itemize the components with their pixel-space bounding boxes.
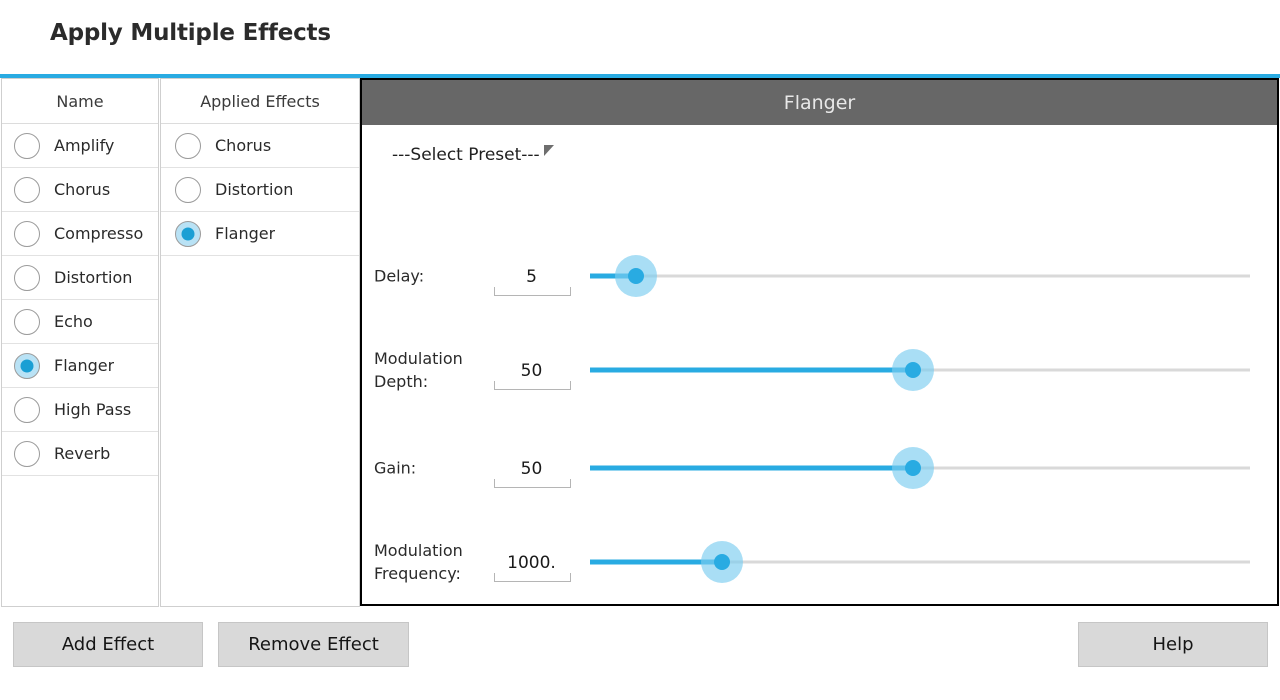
list-item-label: Compresso — [54, 224, 144, 243]
parameter-value-input[interactable]: 5 — [494, 256, 571, 296]
effect-editor-panel: Flanger ---Select Preset--- Delay: 5 Modul… — [360, 78, 1279, 606]
name-radio-flanger[interactable] — [14, 352, 40, 379]
name-radio-amplify[interactable] — [14, 132, 40, 159]
name-radio-echo[interactable] — [14, 308, 40, 335]
parameter-slider[interactable] — [590, 541, 1250, 583]
applied-radio-distortion[interactable] — [175, 176, 201, 203]
list-item-label: Chorus — [54, 180, 111, 199]
parameter-row: Modulation Depth: 50 — [362, 335, 1277, 405]
name-radio-high-pass[interactable] — [14, 396, 40, 423]
list-item[interactable]: Echo — [2, 300, 158, 344]
parameter-row: Delay: 5 — [362, 241, 1277, 311]
list-item[interactable]: Compresso — [2, 212, 158, 256]
parameter-value-text: 50 — [520, 459, 543, 479]
chevron-down-icon[interactable] — [544, 145, 554, 156]
name-radio-distortion[interactable] — [14, 264, 40, 291]
name-radio-reverb[interactable] — [14, 440, 40, 467]
applied-effects-body: Chorus Distortion Flanger — [161, 124, 359, 256]
page-title: Apply Multiple Effects — [50, 20, 331, 46]
applied-radio-flanger[interactable] — [175, 220, 201, 247]
list-item-label: Chorus — [215, 136, 272, 155]
parameter-slider[interactable] — [590, 447, 1250, 489]
help-button[interactable]: Help — [1078, 622, 1268, 667]
parameter-slider[interactable] — [590, 255, 1250, 297]
slider-thumb[interactable] — [615, 255, 658, 297]
list-item[interactable]: Flanger — [2, 344, 158, 388]
add-effect-button[interactable]: Add Effect — [13, 622, 203, 667]
names-list-header: Name — [2, 79, 158, 124]
effect-editor-title: Flanger — [362, 80, 1277, 125]
list-item-label: Amplify — [54, 136, 115, 155]
list-item[interactable]: Distortion — [161, 168, 359, 212]
parameter-value-input[interactable]: 50 — [494, 448, 571, 488]
parameter-value-text: 1000. — [507, 553, 556, 573]
name-radio-compresso[interactable] — [14, 220, 40, 247]
list-item[interactable]: Distortion — [2, 256, 158, 300]
slider-fill — [590, 465, 914, 471]
list-item[interactable]: Amplify — [2, 124, 158, 168]
list-item[interactable]: Chorus — [161, 124, 359, 168]
slider-thumb[interactable] — [701, 541, 743, 583]
applied-effects-header: Applied Effects — [161, 79, 359, 124]
list-item[interactable]: Chorus — [2, 168, 158, 212]
list-item-label: Reverb — [54, 444, 111, 463]
list-item-label: Flanger — [54, 356, 115, 375]
remove-effect-button[interactable]: Remove Effect — [218, 622, 409, 667]
parameter-row: Modulation Frequency: 1000. — [362, 527, 1277, 597]
list-item[interactable]: Reverb — [2, 432, 158, 476]
effect-editor-body: ---Select Preset--- Delay: 5 Modulation De… — [362, 125, 1277, 604]
effects-dialog: Apply Multiple Effects Name Amplify Choru… — [0, 0, 1280, 700]
parameter-label: Modulation Frequency: — [374, 541, 463, 583]
parameter-row: Gain: 50 — [362, 433, 1277, 503]
slider-track[interactable] — [590, 274, 1250, 278]
name-radio-chorus[interactable] — [14, 176, 40, 203]
list-item-label: Echo — [54, 312, 93, 331]
slider-thumb[interactable] — [892, 349, 935, 391]
list-item-label: Distortion — [54, 268, 133, 287]
list-item-label: High Pass — [54, 400, 132, 419]
list-item-label: Flanger — [215, 224, 276, 243]
parameter-label: Modulation Depth: — [374, 349, 463, 391]
parameter-value-text: 5 — [526, 267, 537, 287]
list-item[interactable]: Flanger — [161, 212, 359, 256]
parameter-value-input[interactable]: 50 — [494, 350, 571, 390]
parameter-label: Delay: — [374, 266, 425, 286]
slider-thumb[interactable] — [892, 447, 935, 489]
parameter-label: Gain: — [374, 458, 417, 478]
parameter-slider[interactable] — [590, 349, 1250, 391]
preset-select-label: ---Select Preset--- — [392, 145, 540, 165]
list-item[interactable]: High Pass — [2, 388, 158, 432]
applied-radio-chorus[interactable] — [175, 132, 201, 159]
names-list-panel: Name Amplify Chorus Compresso Distortion Ech… — [1, 78, 159, 607]
list-item-label: Distortion — [215, 180, 294, 199]
parameter-value-input[interactable]: 1000. — [494, 542, 571, 582]
applied-effects-panel: Applied Effects Chorus Distortion Flanger — [160, 78, 360, 607]
names-list-body: Amplify Chorus Compresso Distortion Echo Flan… — [2, 124, 158, 476]
slider-fill — [590, 367, 914, 373]
parameter-value-text: 50 — [520, 361, 543, 381]
